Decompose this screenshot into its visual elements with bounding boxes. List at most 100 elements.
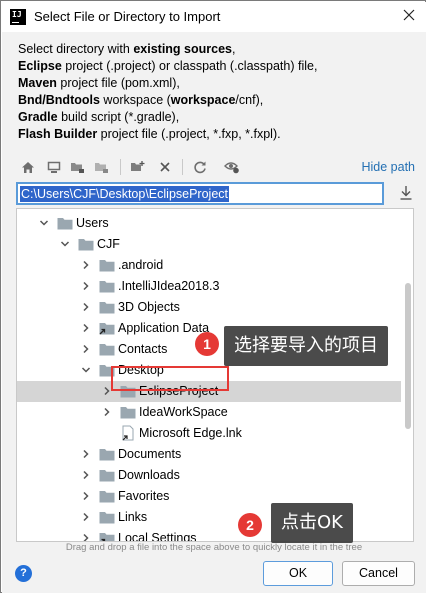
desktop-icon[interactable]: [46, 159, 62, 175]
close-icon[interactable]: [398, 6, 420, 28]
step1-number-badge: 1: [195, 332, 219, 356]
ok-button[interactable]: OK: [263, 561, 333, 586]
tree-row-label: Documents: [118, 447, 182, 461]
tree-row[interactable]: 3D Objects: [17, 297, 401, 318]
chevron-right-icon[interactable]: [80, 490, 92, 502]
tree-scrollbar[interactable]: [401, 209, 413, 541]
description-keyword: Flash Builder: [18, 127, 98, 141]
tree-row[interactable]: IdeaWorkSpace: [17, 402, 401, 423]
tree-row-label: Local Settings: [118, 531, 197, 542]
description-text: ,: [231, 42, 236, 56]
description-keyword: Eclipse: [18, 59, 62, 73]
folder-icon: [78, 238, 94, 251]
tree-row[interactable]: .android: [17, 255, 401, 276]
tree-row[interactable]: .IntelliJIdea2018.3: [17, 276, 401, 297]
tree-row-label: Application Data: [118, 321, 210, 335]
dialog-content: Select directory with existing sources, E…: [2, 32, 426, 593]
description-keyword: workspace: [170, 93, 236, 107]
step2-callout: 点击OK: [271, 503, 353, 543]
path-input[interactable]: C:\Users\CJF\Desktop\EclipseProject: [16, 182, 384, 205]
description-text: workspace (: [99, 93, 171, 107]
chevron-right-icon[interactable]: [80, 322, 92, 334]
delete-icon[interactable]: [157, 159, 173, 175]
folder-icon: [57, 217, 73, 230]
description-keyword: Maven: [18, 76, 57, 90]
tree-row-label: Contacts: [118, 342, 168, 356]
chevron-right-icon[interactable]: [101, 406, 113, 418]
description-line: Gradle build script (*.gradle),: [18, 109, 418, 126]
description-keyword: Gradle: [18, 110, 58, 124]
tree-row[interactable]: Microsoft Edge.lnk: [17, 423, 401, 444]
description-line: Eclipse project (.project) or classpath …: [18, 58, 418, 75]
toolbar-separator: [182, 159, 183, 175]
chevron-right-icon[interactable]: [80, 532, 92, 541]
chevron-down-icon[interactable]: [59, 238, 71, 250]
tree-row-label: Microsoft Edge.lnk: [139, 426, 242, 440]
folder-icon: [99, 469, 115, 482]
chevron-right-icon[interactable]: [80, 259, 92, 271]
description-line: Select directory with existing sources,: [18, 41, 418, 58]
path-row: C:\Users\CJF\Desktop\EclipseProject: [16, 182, 416, 206]
chevron-right-icon[interactable]: [80, 469, 92, 481]
refresh-icon[interactable]: [192, 159, 208, 175]
description-text: project file (.project, *.fxp, *.fxpl).: [97, 127, 281, 141]
folder-icon: [99, 490, 115, 503]
tree-scrollbar-thumb[interactable]: [405, 283, 411, 429]
chevron-right-icon[interactable]: [80, 448, 92, 460]
hide-path-link[interactable]: Hide path: [361, 160, 415, 174]
project-icon[interactable]: [69, 159, 85, 175]
module-icon[interactable]: [93, 159, 109, 175]
folder-icon: [120, 406, 136, 419]
tree-row[interactable]: Users: [17, 213, 401, 234]
description-keyword: existing sources: [133, 42, 232, 56]
dialog-title: Select File or Directory to Import: [34, 9, 221, 24]
tree-row-label: Links: [118, 510, 148, 524]
chevron-right-icon[interactable]: [80, 343, 92, 355]
title-bar: IJ Select File or Directory to Import: [2, 2, 426, 32]
description-text: Select directory with: [18, 42, 134, 56]
chevron-right-icon[interactable]: [80, 511, 92, 523]
tree-row[interactable]: Downloads: [17, 465, 401, 486]
chevron-right-icon[interactable]: [80, 280, 92, 292]
step2-number-badge: 2: [238, 513, 262, 537]
description-text: build script (*.gradle),: [57, 110, 180, 124]
drag-drop-hint: Drag and drop a file into the space abov…: [65, 542, 363, 553]
chevron-down-icon[interactable]: [80, 364, 92, 376]
help-button[interactable]: ?: [15, 565, 32, 582]
tree-row-label: Downloads: [118, 468, 180, 482]
shortcut-file-icon: [120, 425, 136, 441]
tree-row-label: CJF: [97, 237, 120, 251]
cancel-button[interactable]: Cancel: [342, 561, 415, 586]
tree-row-label: Users: [76, 216, 109, 230]
description-text: /cnf),: [235, 93, 264, 107]
intellij-app-icon: IJ: [10, 9, 26, 25]
folder-icon: [99, 280, 115, 293]
import-description: Select directory with existing sources, E…: [18, 41, 418, 143]
tree-row[interactable]: Documents: [17, 444, 401, 465]
file-toolbar: Hide path: [16, 155, 416, 179]
tree-row-label: 3D Objects: [118, 300, 180, 314]
new-folder-icon[interactable]: [129, 159, 145, 175]
folder-link-icon: [99, 532, 115, 541]
folder-icon: [99, 301, 115, 314]
home-icon[interactable]: [20, 159, 36, 175]
description-line: Bnd/Bndtools workspace (workspace/cnf),: [18, 92, 418, 109]
chevron-down-icon[interactable]: [38, 217, 50, 229]
show-hidden-icon[interactable]: [224, 159, 240, 175]
toolbar-separator: [120, 159, 121, 175]
step1-callout: 选择要导入的项目: [224, 326, 388, 366]
description-text: project (.project) or classpath (.classp…: [61, 59, 318, 73]
tree-row[interactable]: CJF: [17, 234, 401, 255]
annotation-highlight-box: [111, 366, 229, 391]
description-keyword: Bnd/Bndtools: [18, 93, 100, 107]
folder-icon: [99, 511, 115, 524]
tree-row-label: .android: [118, 258, 164, 272]
description-text: project file (pom.xml),: [56, 76, 180, 90]
folder-icon: [99, 259, 115, 272]
import-dialog: IJ Select File or Directory to Import Se…: [0, 0, 426, 593]
download-icon[interactable]: [399, 185, 415, 201]
chevron-right-icon[interactable]: [80, 301, 92, 313]
tree-row-label: IdeaWorkSpace: [139, 405, 228, 419]
folder-icon: [99, 343, 115, 356]
description-line: Flash Builder project file (.project, *.…: [18, 126, 418, 143]
